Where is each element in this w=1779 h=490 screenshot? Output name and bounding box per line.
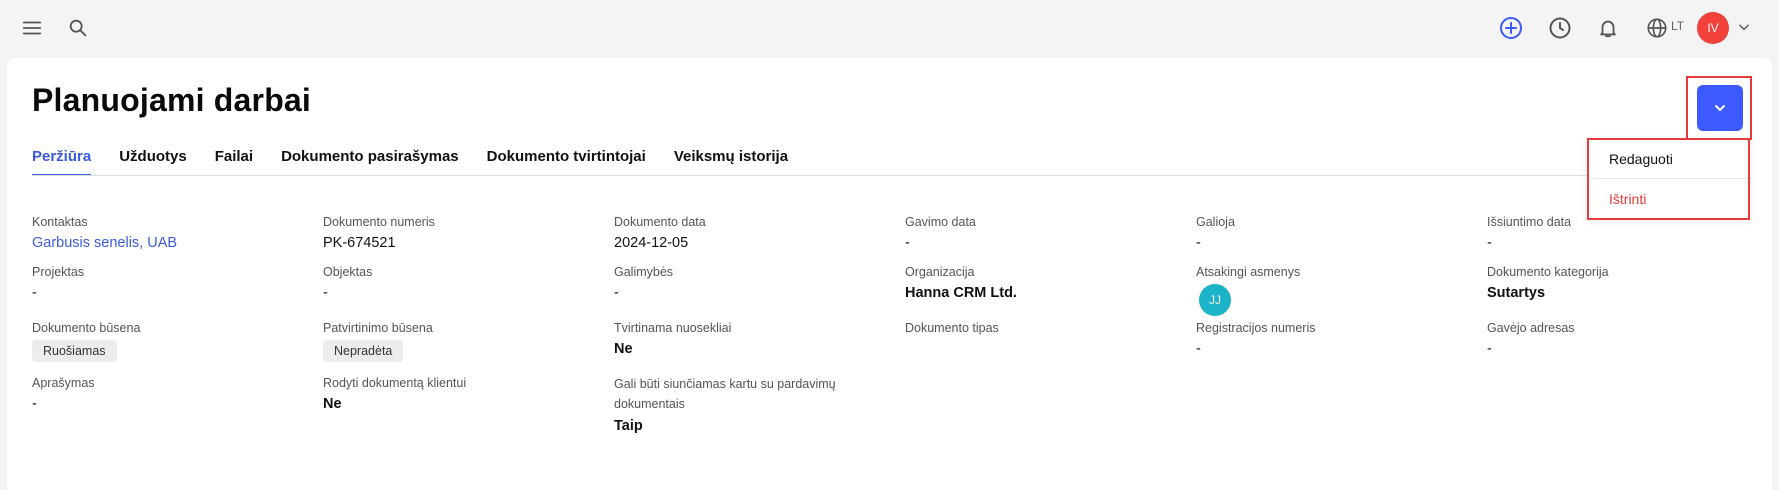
field-label: Kontaktas (32, 215, 88, 229)
field-document-category: Dokumento kategorija Sutartys (1487, 263, 1609, 303)
field-value: - (323, 285, 328, 301)
field-label: Išsiuntimo data (1487, 215, 1572, 229)
field-value: Hanna CRM Ltd. (905, 285, 1017, 301)
field-send-with-sales-docs: Gali būti siunčiamas kartu su pardavimų … (614, 374, 864, 436)
field-opportunities: Galimybės - (614, 263, 673, 303)
field-value: PK-674521 (323, 235, 396, 251)
field-document-type: Dokumento tipas (905, 319, 999, 339)
field-valid: Galioja - (1196, 213, 1235, 253)
field-label: Gali būti siunčiamas kartu su pardavimų … (614, 377, 836, 411)
field-document-number: Dokumento numeris PK-674521 (323, 213, 435, 253)
field-label: Aprašymas (32, 376, 95, 390)
field-value: Taip (614, 418, 643, 434)
add-icon[interactable] (1498, 15, 1524, 41)
status-badge: Nepradėta (323, 340, 404, 362)
globe-icon[interactable] (1644, 15, 1670, 41)
tab-tasks[interactable]: Užduotys (119, 148, 187, 176)
clock-icon[interactable] (1547, 15, 1573, 41)
field-label: Tvirtinama nuosekliai (614, 321, 732, 335)
tab-document-signing[interactable]: Dokumento pasirašymas (281, 148, 459, 176)
contact-link[interactable]: Garbusis senelis, UAB (32, 233, 177, 253)
user-avatar[interactable]: IV (1697, 12, 1729, 44)
field-value: - (32, 285, 37, 301)
field-object: Objektas - (323, 263, 372, 303)
tab-divider (32, 175, 1592, 176)
field-received-date: Gavimo data - (905, 213, 976, 253)
field-label: Galimybės (614, 265, 674, 279)
tab-action-history[interactable]: Veiksmų istorija (674, 148, 788, 176)
field-label: Dokumento tipas (905, 321, 999, 335)
field-recipient-address: Gavėjo adresas - (1487, 319, 1575, 359)
field-value: - (1196, 235, 1201, 251)
assignee-avatar[interactable]: JJ (1199, 284, 1231, 316)
field-value: - (905, 235, 910, 251)
field-show-to-client: Rodyti dokumentą klientui Ne (323, 374, 466, 414)
menu-icon[interactable] (20, 16, 44, 40)
field-label: Dokumento būsena (32, 321, 141, 335)
field-value: - (1196, 341, 1201, 357)
tab-bar: Peržiūra Užduotys Failai Dokumento pasir… (32, 148, 816, 176)
field-label: Projektas (32, 265, 85, 279)
field-label: Gavėjo adresas (1487, 321, 1575, 335)
field-label: Gavimo data (905, 215, 976, 229)
field-contact: Kontaktas Garbusis senelis, UAB (32, 213, 177, 253)
chevron-down-icon (1715, 105, 1725, 111)
field-value: - (614, 285, 619, 301)
tab-files[interactable]: Failai (215, 148, 253, 176)
bell-icon[interactable] (1595, 15, 1621, 41)
status-badge: Ruošiamas (32, 340, 117, 362)
field-label: Dokumento numeris (323, 215, 435, 229)
top-bar: LT IV (0, 0, 1779, 56)
edit-menu-item[interactable]: Redaguoti (1589, 140, 1748, 179)
field-value: - (32, 396, 37, 412)
field-value: 2024-12-05 (614, 235, 689, 251)
page-title: Planuojami darbai (32, 82, 312, 118)
field-value: - (1487, 341, 1492, 357)
field-label: Atsakingi asmenys (1196, 265, 1301, 279)
field-label: Dokumento data (614, 215, 706, 229)
field-document-status: Dokumento būsena Ruošiamas (32, 319, 140, 362)
field-value: - (1487, 235, 1492, 251)
tab-document-approvers[interactable]: Dokumento tvirtintojai (487, 148, 646, 176)
field-project: Projektas - (32, 263, 84, 303)
actions-menu: Redaguoti Ištrinti (1587, 138, 1750, 220)
field-sequential-approval: Tvirtinama nuosekliai Ne (614, 319, 731, 359)
field-description: Aprašymas - (32, 374, 95, 414)
field-label: Dokumento kategorija (1487, 265, 1609, 279)
field-label: Objektas (323, 265, 373, 279)
language-label[interactable]: LT (1671, 19, 1684, 33)
field-sent-date: Išsiuntimo data - (1487, 213, 1571, 253)
field-value: Ne (614, 341, 633, 357)
field-value: Ne (323, 396, 342, 412)
chevron-down-icon[interactable] (1735, 18, 1753, 36)
field-label: Rodyti dokumentą klientui (323, 376, 467, 390)
field-label: Galioja (1196, 215, 1235, 229)
field-label: Organizacija (905, 265, 975, 279)
field-responsible-persons: Atsakingi asmenys JJ (1196, 263, 1300, 316)
actions-dropdown-button[interactable] (1697, 85, 1743, 131)
field-document-date: Dokumento data 2024-12-05 (614, 213, 706, 253)
delete-menu-item[interactable]: Ištrinti (1589, 179, 1748, 218)
field-registration-number: Registracijos numeris - (1196, 319, 1315, 359)
search-icon[interactable] (66, 16, 90, 40)
field-value: Sutartys (1487, 285, 1546, 301)
field-organization: Organizacija Hanna CRM Ltd. (905, 263, 1017, 303)
tab-overview[interactable]: Peržiūra (32, 148, 92, 176)
field-approval-status: Patvirtinimo būsena Nepradėta (323, 319, 433, 362)
field-label: Registracijos numeris (1196, 321, 1316, 335)
field-label: Patvirtinimo būsena (323, 321, 433, 335)
